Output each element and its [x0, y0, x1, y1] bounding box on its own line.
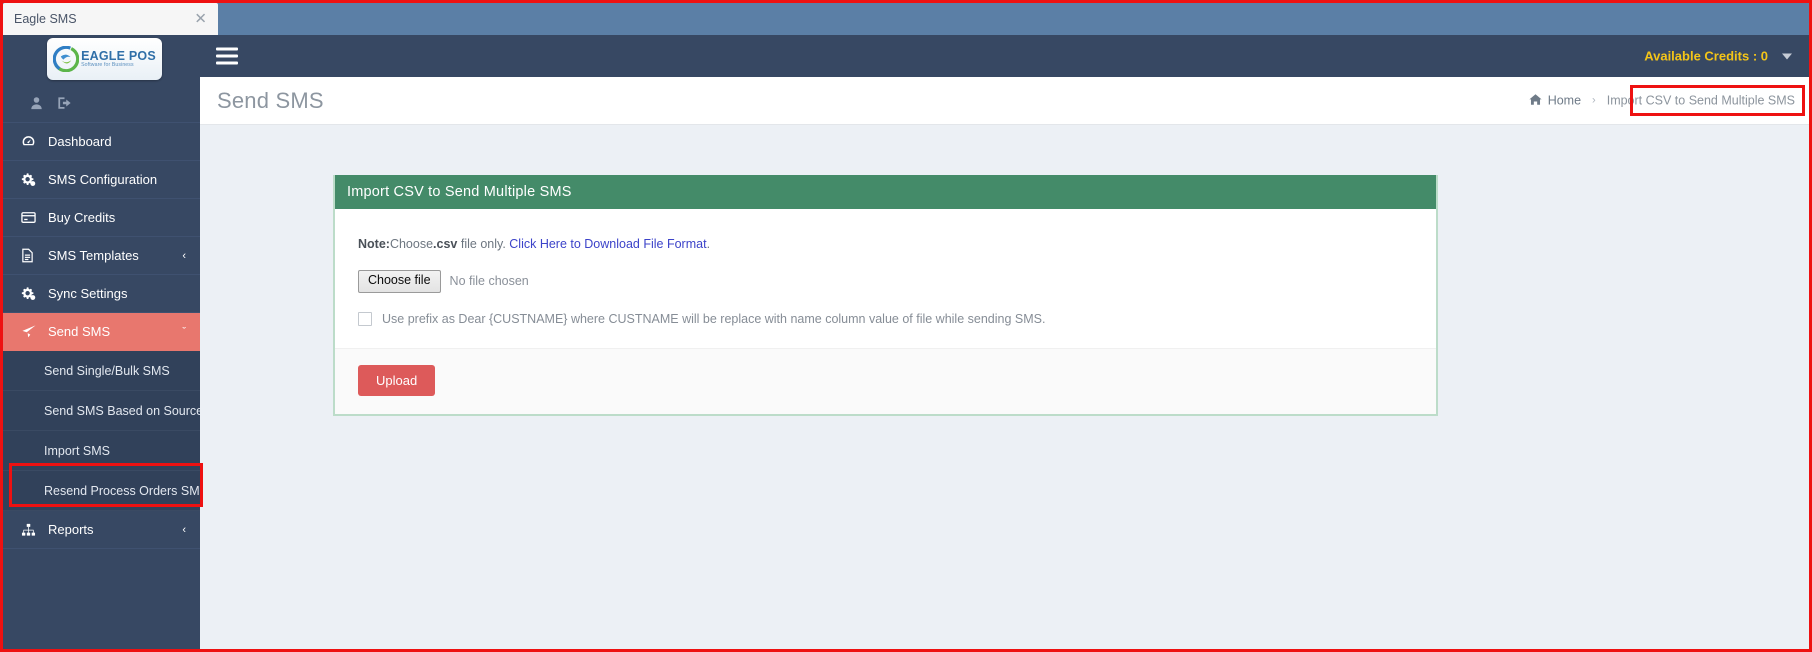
sidebar-item-label: SMS Templates: [48, 248, 139, 263]
sidebar-item-label: Reports: [48, 522, 94, 537]
sidebar-item-label: Sync Settings: [48, 286, 128, 301]
sidebar: EAGLE POS Software for Business Dashboar…: [3, 35, 208, 649]
logout-icon[interactable]: [57, 96, 72, 110]
upload-button[interactable]: Upload: [358, 364, 436, 396]
paper-plane-icon: [21, 324, 43, 339]
sitemap-icon: [21, 523, 43, 537]
card-body: Note:Choose.csv file only. Click Here to…: [335, 209, 1436, 414]
sidebar-item-send-sms[interactable]: Send SMS ˇ: [3, 313, 200, 351]
screenshot-root: Eagle SMS ✕ EAGLE POS Software for Busin…: [0, 0, 1812, 652]
file-input-row: Choose file No file chosen: [358, 270, 1416, 293]
sidebar-item-reports[interactable]: Reports ‹: [3, 511, 200, 549]
logo-subtitle: Software for Business: [81, 62, 134, 69]
note-line: Note:Choose.csv file only. Click Here to…: [358, 237, 1416, 251]
available-credits-label: Available Credits : 0: [1644, 48, 1768, 64]
card-footer: Upload: [335, 347, 1436, 414]
gears-icon: [21, 172, 43, 187]
breadcrumb-home-label: Home: [1547, 93, 1582, 108]
browser-tab-title: Eagle SMS: [14, 12, 77, 26]
document-icon: [21, 248, 43, 263]
card-header: Import CSV to Send Multiple SMS: [335, 175, 1436, 209]
chevron-left-icon: ‹: [182, 523, 186, 536]
sidebar-item-sync-settings[interactable]: Sync Settings: [3, 275, 200, 313]
sidebar-item-label: Send SMS: [48, 324, 111, 339]
card-title: Import CSV to Send Multiple SMS: [347, 184, 572, 200]
chevron-down-icon: ˇ: [182, 325, 186, 338]
page-title: Send SMS: [217, 87, 324, 113]
prefix-checkbox-label: Use prefix as Dear {CUSTNAME} where CUST…: [382, 311, 1046, 326]
submenu-item-label: Send SMS Based on Source: [44, 403, 204, 418]
breadcrumb: Home › Import CSV to Send Multiple SMS: [1529, 93, 1795, 108]
submenu-item-label: Import SMS: [44, 443, 110, 458]
sidebar-item-sms-configuration[interactable]: SMS Configuration: [3, 161, 200, 199]
top-navbar: Available Credits : 0: [200, 35, 1809, 77]
credit-card-icon: [21, 211, 43, 224]
sidebar-item-sms-templates[interactable]: SMS Templates ‹: [3, 237, 200, 275]
breadcrumb-separator: ›: [1592, 94, 1596, 107]
prefix-checkbox[interactable]: [358, 311, 372, 326]
note-csv-extension: .csv: [433, 237, 458, 251]
main-content: Import CSV to Send Multiple SMS Note:Cho…: [200, 125, 1809, 649]
prefix-checkbox-row: Use prefix as Dear {CUSTNAME} where CUST…: [358, 311, 1416, 326]
sidebar-item-label: Dashboard: [48, 134, 112, 149]
app-logo[interactable]: EAGLE POS Software for Business: [47, 38, 162, 80]
sidebar-item-label: SMS Configuration: [48, 172, 158, 187]
home-icon: [1529, 93, 1542, 108]
note-label: Note:: [358, 237, 390, 251]
logo-title: EAGLE POS: [81, 48, 156, 63]
user-icon[interactable]: [30, 96, 43, 110]
file-status-label: No file chosen: [449, 274, 529, 289]
browser-tab-strip: Eagle SMS ✕: [3, 3, 1809, 35]
import-csv-card: Import CSV to Send Multiple SMS Note:Cho…: [333, 175, 1438, 416]
submenu-item-label: Send Single/Bulk SMS: [44, 363, 170, 378]
download-file-format-link[interactable]: Click Here to Download File Format: [509, 237, 706, 251]
sidebar-menu: Dashboard SMS Configuration Buy Credits …: [3, 123, 208, 549]
note-text-after: file only.: [457, 237, 510, 251]
breadcrumb-current: Import CSV to Send Multiple SMS: [1606, 93, 1795, 108]
content-header: Send SMS Home › Import CSV to Send Multi…: [200, 77, 1809, 125]
chevron-left-icon: ‹: [182, 249, 186, 262]
sidebar-item-send-single-bulk-sms[interactable]: Send Single/Bulk SMS: [3, 351, 200, 391]
choose-file-button[interactable]: Choose file: [358, 270, 441, 293]
breadcrumb-home-link[interactable]: Home: [1529, 93, 1581, 108]
available-credits-menu[interactable]: Available Credits : 0: [1644, 49, 1792, 64]
sidebar-item-dashboard[interactable]: Dashboard: [3, 123, 200, 161]
sidebar-item-label: Buy Credits: [48, 210, 116, 225]
note-text-before: Choose: [389, 237, 434, 251]
sidebar-item-buy-credits[interactable]: Buy Credits: [3, 199, 200, 237]
submenu-item-label: Resend Process Orders SMS: [44, 483, 208, 498]
hamburger-icon[interactable]: [216, 47, 238, 65]
gears-icon: [21, 286, 43, 301]
browser-tab[interactable]: Eagle SMS ✕: [3, 3, 218, 35]
sidebar-item-resend-process-orders-sms[interactable]: Resend Process Orders SMS: [3, 471, 208, 511]
note-period: .: [706, 237, 711, 251]
sidebar-item-import-sms[interactable]: Import SMS: [3, 431, 200, 471]
dashboard-icon: [21, 134, 43, 149]
sidebar-item-send-sms-based-on-source[interactable]: Send SMS Based on Source: [3, 391, 204, 431]
eagle-logo-icon: [53, 46, 80, 72]
chevron-down-icon[interactable]: [1782, 53, 1792, 59]
close-icon[interactable]: ✕: [194, 12, 207, 27]
app-shell: EAGLE POS Software for Business Dashboar…: [3, 35, 1809, 649]
sidebar-user-row: [3, 83, 200, 123]
